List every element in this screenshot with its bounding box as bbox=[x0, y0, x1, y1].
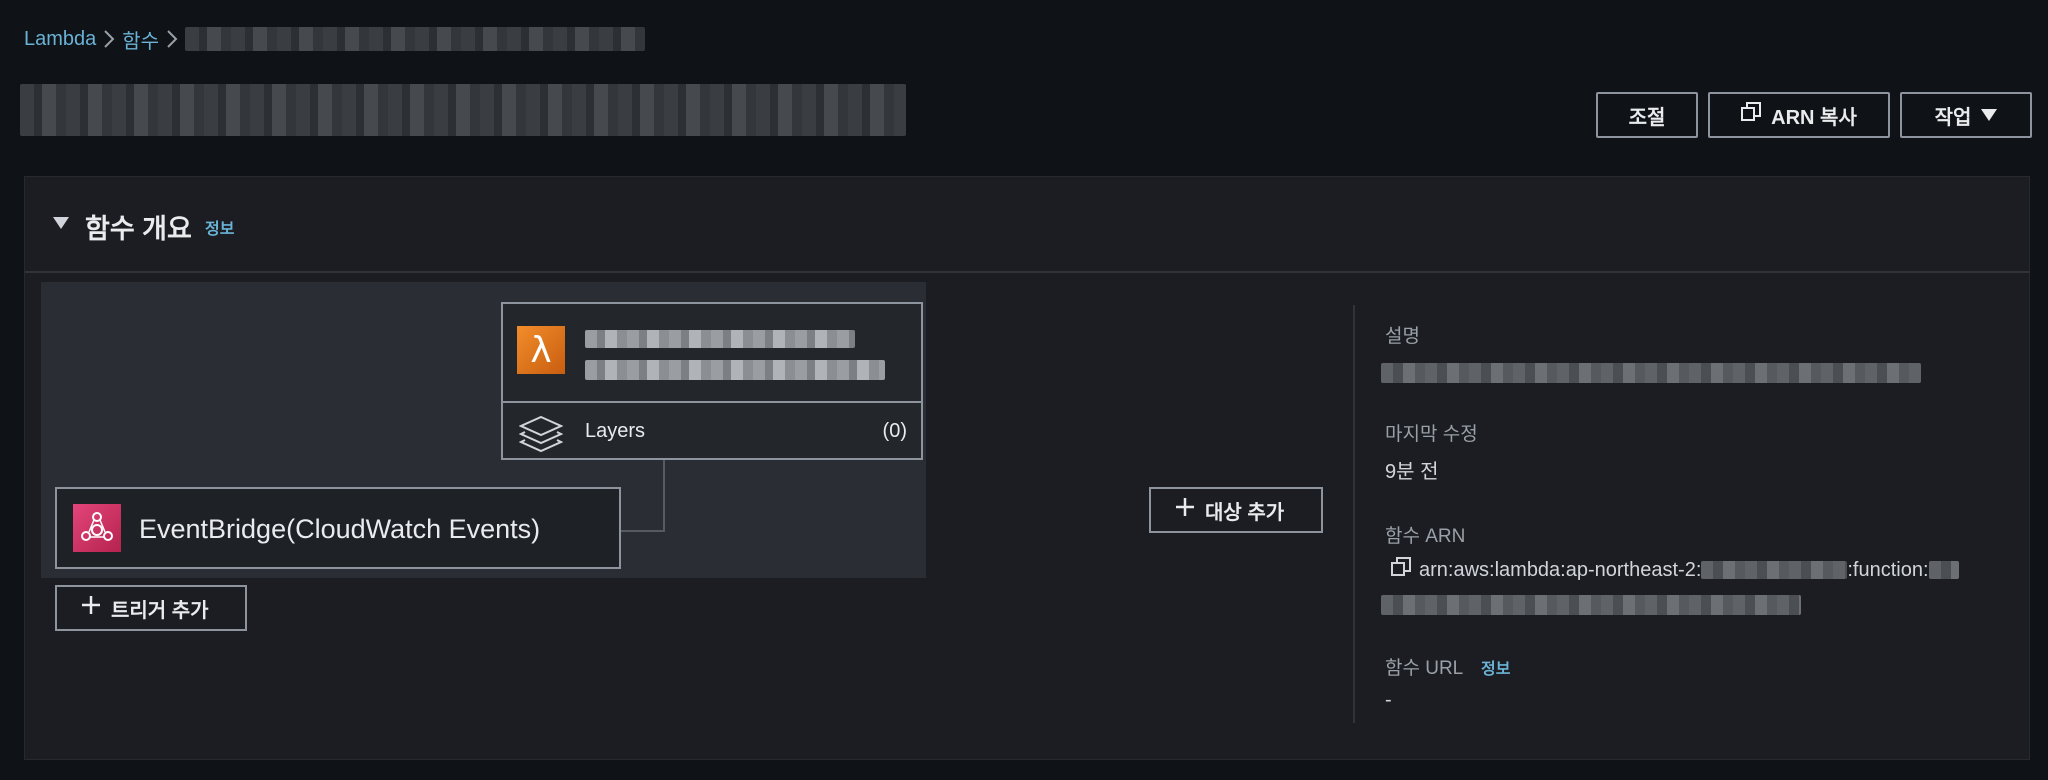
actions-button-label: 작업 bbox=[1934, 106, 1972, 129]
add-destination-label: 대상 추가 bbox=[1205, 501, 1285, 524]
arn-name-redacted-line2 bbox=[1381, 595, 1801, 615]
breadcrumb-function-name-redacted bbox=[185, 27, 646, 51]
trigger-eventbridge-card[interactable]: EventBridge(CloudWatch Events) bbox=[55, 487, 621, 569]
function-overview-panel: 함수 개요 정보 λ Layers (0) EventBridge(CloudW… bbox=[24, 176, 2030, 760]
throttle-button[interactable]: 조절 bbox=[1596, 92, 1698, 138]
connector-line bbox=[621, 530, 665, 532]
function-url-value: - bbox=[1385, 689, 1392, 711]
copy-icon[interactable] bbox=[1391, 557, 1411, 583]
eventbridge-icon bbox=[73, 504, 121, 552]
page-title-redacted bbox=[20, 84, 906, 136]
last-modified-value: 9분 전 bbox=[1385, 461, 1439, 483]
actions-dropdown-button[interactable]: 작업 bbox=[1900, 92, 2032, 138]
layers-count: (0) bbox=[882, 420, 907, 442]
copy-arn-button[interactable]: ARN 복사 bbox=[1708, 92, 1890, 138]
arn-prefix: arn:aws:lambda:ap-northeast-2: bbox=[1419, 558, 1702, 581]
layers-label: Layers bbox=[585, 420, 646, 442]
add-trigger-button[interactable]: 트리거 추가 bbox=[55, 585, 247, 631]
last-modified-label: 마지막 수정 bbox=[1385, 424, 1478, 445]
description-value-redacted bbox=[1381, 363, 1921, 383]
arn-function-segment: :function: bbox=[1847, 558, 1929, 581]
function-url-label: 함수 URL bbox=[1385, 658, 1464, 679]
chevron-right-icon bbox=[96, 29, 122, 49]
connector-line bbox=[663, 460, 665, 532]
breadcrumb: Lambda 함수 bbox=[24, 25, 646, 54]
copy-arn-button-label: ARN 복사 bbox=[1771, 106, 1857, 129]
breadcrumb-lambda-link[interactable]: Lambda bbox=[24, 28, 96, 51]
function-name-redacted bbox=[585, 330, 855, 348]
layers-row[interactable]: Layers (0) bbox=[503, 401, 921, 460]
chevron-right-icon bbox=[159, 29, 185, 49]
function-card[interactable]: λ Layers (0) bbox=[501, 302, 923, 460]
breadcrumb-functions-link[interactable]: 함수 bbox=[122, 25, 159, 54]
add-destination-button[interactable]: 대상 추가 bbox=[1149, 487, 1323, 533]
plus-icon bbox=[81, 595, 101, 621]
caret-down-icon bbox=[1981, 104, 1998, 127]
arn-name-redacted bbox=[1928, 561, 1959, 579]
account-id-redacted bbox=[1701, 561, 1848, 579]
function-name-redacted-line2 bbox=[585, 360, 885, 380]
description-label: 설명 bbox=[1385, 326, 1420, 347]
trigger-label: EventBridge(CloudWatch Events) bbox=[139, 514, 541, 544]
divider bbox=[1353, 305, 1355, 723]
function-url-info-link[interactable]: 정보 bbox=[1481, 655, 1510, 679]
panel-title: 함수 개요 bbox=[85, 214, 192, 244]
throttle-button-label: 조절 bbox=[1628, 106, 1666, 129]
panel-header[interactable]: 함수 개요 정보 bbox=[25, 177, 2029, 273]
collapse-triangle-icon[interactable] bbox=[53, 217, 69, 229]
plus-icon bbox=[1175, 497, 1195, 523]
layers-icon bbox=[518, 415, 564, 458]
add-trigger-label: 트리거 추가 bbox=[111, 599, 209, 622]
info-link[interactable]: 정보 bbox=[205, 215, 234, 239]
copy-icon bbox=[1741, 102, 1762, 128]
function-arn-value: arn:aws:lambda:ap-northeast-2: :function… bbox=[1391, 557, 1959, 583]
function-arn-label: 함수 ARN bbox=[1385, 526, 1466, 547]
lambda-icon: λ bbox=[517, 326, 565, 374]
